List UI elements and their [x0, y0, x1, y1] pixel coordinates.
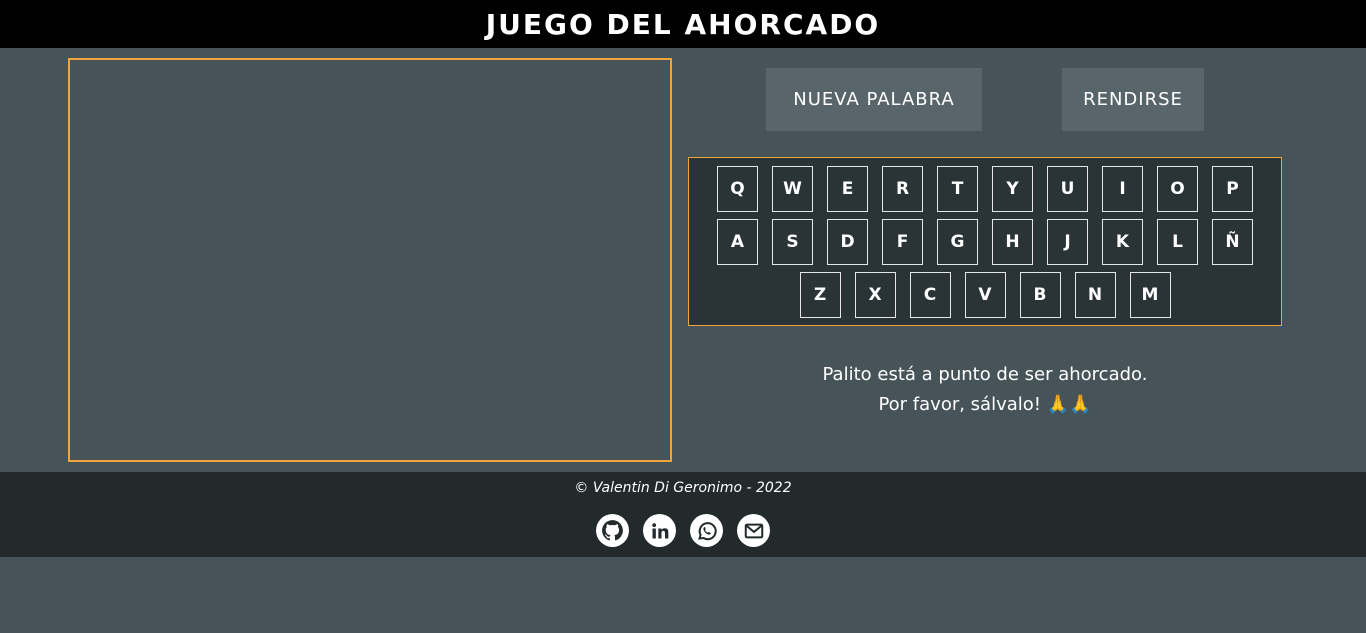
key-h[interactable]: H [992, 219, 1033, 265]
key-p[interactable]: P [1212, 166, 1253, 212]
key-j[interactable]: J [1047, 219, 1088, 265]
keyboard-row-2: A S D F G H J K L Ñ [689, 219, 1281, 265]
key-q[interactable]: Q [717, 166, 758, 212]
footer: © Valentin Di Geronimo - 2022 [0, 472, 1366, 557]
key-n[interactable]: N [1074, 272, 1116, 318]
key-enye[interactable]: Ñ [1212, 219, 1253, 265]
page-title: JUEGO DEL AHORCADO [485, 7, 881, 41]
key-w[interactable]: W [772, 166, 813, 212]
give-up-button[interactable]: RENDIRSE [1062, 68, 1204, 131]
keyboard-row-1: Q W E R T Y U I O P [689, 166, 1281, 212]
whatsapp-icon[interactable] [690, 514, 723, 547]
status-message-line-1: Palito está a punto de ser ahorcado. [822, 364, 1148, 385]
key-k[interactable]: K [1102, 219, 1143, 265]
keyboard-row-3: Z X C V B N M [689, 272, 1281, 318]
key-f[interactable]: F [882, 219, 923, 265]
key-m[interactable]: M [1129, 272, 1171, 318]
key-t[interactable]: T [937, 166, 978, 212]
key-z[interactable]: Z [799, 272, 841, 318]
linkedin-icon[interactable] [643, 514, 676, 547]
email-icon[interactable] [737, 514, 770, 547]
key-b[interactable]: B [1019, 272, 1061, 318]
key-a[interactable]: A [717, 219, 758, 265]
letter-keyboard: Q W E R T Y U I O P A S D F G H J K L Ñ … [688, 157, 1282, 326]
key-c[interactable]: C [909, 272, 951, 318]
status-message: Palito está a punto de ser ahorcado. Por… [688, 360, 1282, 420]
status-message-line-2: Por favor, sálvalo! 🙏🙏 [878, 394, 1092, 415]
new-word-button[interactable]: NUEVA PALABRA [766, 68, 982, 131]
header: JUEGO DEL AHORCADO [0, 0, 1366, 48]
key-u[interactable]: U [1047, 166, 1088, 212]
key-d[interactable]: D [827, 219, 868, 265]
key-l[interactable]: L [1157, 219, 1198, 265]
key-y[interactable]: Y [992, 166, 1033, 212]
key-i[interactable]: I [1102, 166, 1143, 212]
key-r[interactable]: R [882, 166, 923, 212]
social-links [0, 514, 1366, 547]
key-x[interactable]: X [854, 272, 896, 318]
key-e[interactable]: E [827, 166, 868, 212]
key-v[interactable]: V [964, 272, 1006, 318]
copyright-text: © Valentin Di Geronimo - 2022 [574, 480, 792, 496]
key-g[interactable]: G [937, 219, 978, 265]
github-icon[interactable] [596, 514, 629, 547]
key-s[interactable]: S [772, 219, 813, 265]
key-o[interactable]: O [1157, 166, 1198, 212]
hangman-canvas [68, 58, 672, 462]
